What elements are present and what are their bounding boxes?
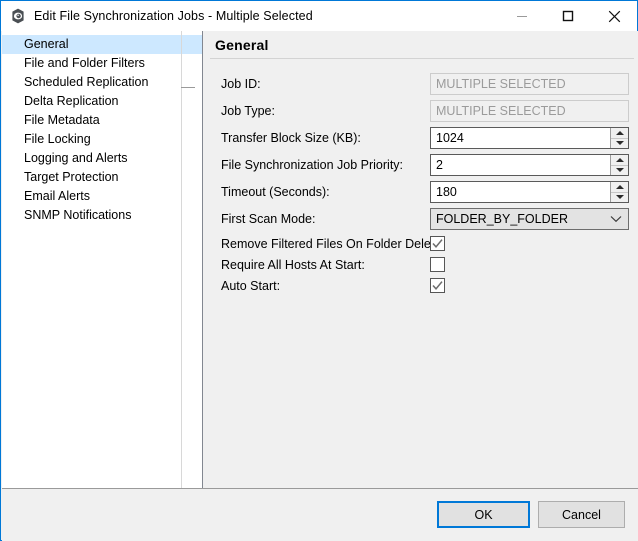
job-type-label: Job Type: <box>221 104 275 118</box>
sidebar-divider-tick <box>181 87 195 88</box>
transfer-block-size-input[interactable] <box>431 128 610 148</box>
require-all-hosts-label: Require All Hosts At Start: <box>221 258 365 272</box>
row-first-scan-mode: First Scan Mode: FOLDER_BY_FOLDER <box>204 208 638 230</box>
timeout-spin-buttons[interactable] <box>610 182 628 202</box>
timeout-stepper[interactable] <box>430 181 629 203</box>
app-gear-icon <box>10 8 26 24</box>
first-scan-mode-select[interactable]: FOLDER_BY_FOLDER <box>430 208 629 230</box>
sidebar-list: General File and Folder Filters Schedule… <box>2 31 202 225</box>
row-job-priority: File Synchronization Job Priority: <box>204 154 638 176</box>
spin-down-icon[interactable] <box>611 138 628 148</box>
maximize-icon[interactable] <box>545 1 591 31</box>
row-job-type: Job Type: <box>204 100 638 122</box>
remove-filtered-files-label: Remove Filtered Files On Folder Delete: <box>221 237 445 251</box>
sidebar-item-logging-and-alerts[interactable]: Logging and Alerts <box>2 149 202 168</box>
ok-button[interactable]: OK <box>437 501 530 528</box>
minimize-icon[interactable] <box>499 1 545 31</box>
row-auto-start: Auto Start: <box>204 276 638 296</box>
row-timeout: Timeout (Seconds): <box>204 181 638 203</box>
sidebar-item-label: Email Alerts <box>24 189 90 203</box>
navigation-sidebar: General File and Folder Filters Schedule… <box>2 31 203 488</box>
first-scan-mode-value: FOLDER_BY_FOLDER <box>436 212 568 226</box>
sidebar-item-label: File Metadata <box>24 113 100 127</box>
sidebar-item-label: File and Folder Filters <box>24 56 145 70</box>
first-scan-mode-label: First Scan Mode: <box>221 212 316 226</box>
row-require-all-hosts: Require All Hosts At Start: <box>204 255 638 275</box>
sidebar-item-email-alerts[interactable]: Email Alerts <box>2 187 202 206</box>
sidebar-item-label: Scheduled Replication <box>24 75 149 89</box>
sidebar-item-file-locking[interactable]: File Locking <box>2 130 202 149</box>
job-id-field-wrap <box>430 73 629 95</box>
job-id-label: Job ID: <box>221 77 261 91</box>
sidebar-item-general[interactable]: General <box>2 35 202 54</box>
dialog-footer: OK Cancel <box>2 488 638 541</box>
checkmark-icon <box>432 239 443 248</box>
cancel-button[interactable]: Cancel <box>538 501 625 528</box>
sidebar-item-label: Delta Replication <box>24 94 119 108</box>
sidebar-item-target-protection[interactable]: Target Protection <box>2 168 202 187</box>
sidebar-item-label: File Locking <box>24 132 91 146</box>
job-type-field-wrap <box>430 100 629 122</box>
sidebar-item-delta-replication[interactable]: Delta Replication <box>2 92 202 111</box>
spin-up-icon[interactable] <box>611 128 628 139</box>
job-priority-input[interactable] <box>431 155 610 175</box>
dialog-content: General File and Folder Filters Schedule… <box>2 31 638 488</box>
panel-divider <box>210 58 634 59</box>
checkmark-icon <box>432 281 443 290</box>
sidebar-item-snmp-notifications[interactable]: SNMP Notifications <box>2 206 202 225</box>
spin-up-icon[interactable] <box>611 155 628 166</box>
auto-start-checkbox[interactable] <box>430 278 445 293</box>
auto-start-label: Auto Start: <box>221 279 281 293</box>
sidebar-item-file-and-folder-filters[interactable]: File and Folder Filters <box>2 54 202 73</box>
job-id-input <box>430 73 629 95</box>
title-bar: Edit File Synchronization Jobs - Multipl… <box>1 1 637 31</box>
row-remove-filtered-files: Remove Filtered Files On Folder Delete: <box>204 234 638 254</box>
timeout-input[interactable] <box>431 182 610 202</box>
spin-down-icon[interactable] <box>611 192 628 202</box>
dialog-window: Edit File Synchronization Jobs - Multipl… <box>0 0 638 541</box>
spin-down-icon[interactable] <box>611 165 628 175</box>
spin-up-icon[interactable] <box>611 182 628 193</box>
sidebar-item-scheduled-replication[interactable]: Scheduled Replication <box>2 73 202 92</box>
remove-filtered-files-checkbox[interactable] <box>430 236 445 251</box>
chevron-down-icon[interactable] <box>604 215 628 223</box>
require-all-hosts-checkbox[interactable] <box>430 257 445 272</box>
row-transfer-block-size: Transfer Block Size (KB): <box>204 127 638 149</box>
transfer-block-size-stepper[interactable] <box>430 127 629 149</box>
window-title: Edit File Synchronization Jobs - Multipl… <box>34 9 313 23</box>
footer-divider <box>2 488 638 489</box>
sidebar-item-label: Target Protection <box>24 170 119 184</box>
job-priority-stepper[interactable] <box>430 154 629 176</box>
job-priority-label: File Synchronization Job Priority: <box>221 158 404 172</box>
settings-panel: General Job ID: Job Type: Transfer Block… <box>204 31 638 488</box>
sidebar-item-label: SNMP Notifications <box>24 208 132 222</box>
page-title: General <box>215 37 269 53</box>
timeout-label: Timeout (Seconds): <box>221 185 330 199</box>
row-job-id: Job ID: <box>204 73 638 95</box>
job-priority-spin-buttons[interactable] <box>610 155 628 175</box>
job-type-input <box>430 100 629 122</box>
sidebar-inner-divider <box>181 31 182 488</box>
sidebar-item-label: Logging and Alerts <box>24 151 128 165</box>
transfer-block-size-label: Transfer Block Size (KB): <box>221 131 361 145</box>
transfer-block-size-spin-buttons[interactable] <box>610 128 628 148</box>
close-icon[interactable] <box>591 1 637 31</box>
sidebar-item-file-metadata[interactable]: File Metadata <box>2 111 202 130</box>
sidebar-item-label: General <box>23 35 71 54</box>
